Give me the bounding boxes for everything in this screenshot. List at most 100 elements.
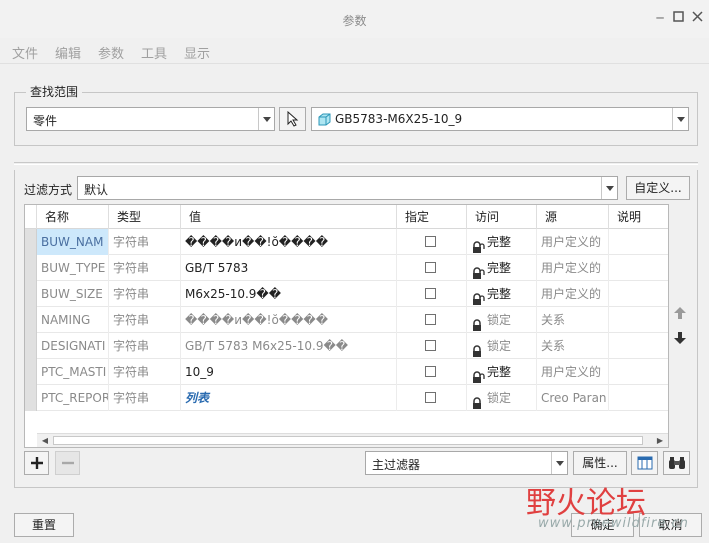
minimize-icon[interactable]: ─ <box>652 10 668 26</box>
cell-name[interactable]: BUW_SIZE <box>37 281 109 307</box>
cell-name[interactable]: PTC_MASTI <box>37 359 109 385</box>
row-header[interactable] <box>25 385 37 411</box>
cell-value[interactable]: M6x25-10.9�� <box>181 281 397 307</box>
designate-checkbox[interactable] <box>425 236 436 247</box>
chevron-down-icon[interactable] <box>551 452 567 474</box>
designate-checkbox[interactable] <box>425 392 436 403</box>
table-row[interactable]: BUW_TYPE 字符串 GB/T 5783 完整 用户定义的 <box>25 255 668 281</box>
move-down-icon[interactable] <box>673 331 689 345</box>
col-source[interactable]: 源 <box>537 205 609 229</box>
cell-description[interactable] <box>609 307 668 333</box>
chevron-down-icon[interactable] <box>601 177 617 199</box>
cell-type[interactable]: 字符串 <box>109 229 181 255</box>
cell-source[interactable]: 关系 <box>537 333 609 359</box>
customize-button[interactable]: 自定义... <box>626 176 690 200</box>
add-parameter-button[interactable] <box>24 451 49 475</box>
reset-button[interactable]: 重置 <box>14 513 74 537</box>
col-type[interactable]: 类型 <box>109 205 181 229</box>
cell-access[interactable]: 完整 <box>467 255 537 281</box>
cell-description[interactable] <box>609 229 668 255</box>
menu-display[interactable]: 显示 <box>184 43 210 62</box>
cell-source[interactable]: Creo Paran <box>537 385 609 411</box>
cell-name[interactable]: PTC_REPOR <box>37 385 109 411</box>
cell-designate[interactable] <box>397 333 467 359</box>
model-select[interactable]: GB5783-M6X25-10_9 <box>311 107 689 131</box>
row-header[interactable] <box>25 307 37 333</box>
cell-description[interactable] <box>609 255 668 281</box>
menu-tools[interactable]: 工具 <box>141 43 167 62</box>
cell-value[interactable]: 10_9 <box>181 359 397 385</box>
cell-designate[interactable] <box>397 359 467 385</box>
col-name[interactable]: 名称 <box>37 205 109 229</box>
cell-name[interactable]: DESIGNATI <box>37 333 109 359</box>
designate-checkbox[interactable] <box>425 288 436 299</box>
row-header[interactable] <box>25 281 37 307</box>
row-header[interactable] <box>25 333 37 359</box>
cell-designate[interactable] <box>397 385 467 411</box>
designate-checkbox[interactable] <box>425 366 436 377</box>
cell-type[interactable]: 字符串 <box>109 359 181 385</box>
cell-source[interactable]: 用户定义的 <box>537 255 609 281</box>
col-description[interactable]: 说明 <box>609 205 668 229</box>
cell-source[interactable]: 用户定义的 <box>537 229 609 255</box>
cell-name[interactable]: BUW_NAM <box>37 229 109 255</box>
cell-source[interactable]: 用户定义的 <box>537 281 609 307</box>
designate-checkbox[interactable] <box>425 340 436 351</box>
row-header[interactable] <box>25 229 37 255</box>
chevron-down-icon[interactable] <box>672 108 688 130</box>
table-row[interactable]: BUW_SIZE 字符串 M6x25-10.9�� 完整 用户定义的 <box>25 281 668 307</box>
cell-source[interactable]: 关系 <box>537 307 609 333</box>
menu-file[interactable]: 文件 <box>12 43 38 62</box>
horizontal-scrollbar[interactable]: ◀ ▶ <box>37 433 668 447</box>
row-header[interactable] <box>25 255 37 281</box>
cell-designate[interactable] <box>397 281 467 307</box>
table-row[interactable]: NAMING 字符串 ����и��!ŏ���� 锁定 关系 <box>25 307 668 333</box>
remove-parameter-button[interactable] <box>55 451 80 475</box>
cell-type[interactable]: 字符串 <box>109 333 181 359</box>
find-button[interactable] <box>663 451 690 475</box>
cell-access[interactable]: 完整 <box>467 359 537 385</box>
select-item-button[interactable] <box>279 107 306 131</box>
scope-select[interactable]: 零件 <box>26 107 275 131</box>
table-row[interactable]: PTC_MASTI 字符串 10_9 完整 用户定义的 <box>25 359 668 385</box>
menu-edit[interactable]: 编辑 <box>55 43 81 62</box>
menu-parameters[interactable]: 参数 <box>98 43 124 62</box>
properties-button[interactable]: 属性... <box>573 451 627 475</box>
cell-type[interactable]: 字符串 <box>109 255 181 281</box>
cell-access[interactable]: 锁定 <box>467 307 537 333</box>
designate-checkbox[interactable] <box>425 314 436 325</box>
table-row[interactable]: BUW_NAM 字符串 ����и��!ŏ���� 完整 用户定义的 <box>25 229 668 255</box>
cell-description[interactable] <box>609 385 668 411</box>
scroll-left-icon[interactable]: ◀ <box>40 436 50 446</box>
col-designate[interactable]: 指定 <box>397 205 467 229</box>
cell-value[interactable]: ����и��!ŏ���� <box>181 229 397 255</box>
maximize-icon[interactable] <box>670 10 686 26</box>
scroll-right-icon[interactable]: ▶ <box>655 436 665 446</box>
cell-source[interactable]: 用户定义的 <box>537 359 609 385</box>
filter-select[interactable]: 默认 <box>77 176 618 200</box>
cell-access[interactable]: 完整 <box>467 229 537 255</box>
cell-type[interactable]: 字符串 <box>109 307 181 333</box>
cell-access[interactable]: 完整 <box>467 281 537 307</box>
cell-value[interactable]: 列表 <box>181 385 397 411</box>
row-header[interactable] <box>25 359 37 385</box>
table-row[interactable]: DESIGNATI 字符串 GB/T 5783 M6x25-10.9�� 锁定 关系 <box>25 333 668 359</box>
main-filter-select[interactable]: 主过滤器 <box>365 451 568 475</box>
cell-name[interactable]: BUW_TYPE <box>37 255 109 281</box>
cell-name[interactable]: NAMING <box>37 307 109 333</box>
table-row[interactable]: PTC_REPOR 字符串 列表 锁定 Creo Paran <box>25 385 668 411</box>
cell-type[interactable]: 字符串 <box>109 281 181 307</box>
cell-value[interactable]: ����и��!ŏ���� <box>181 307 397 333</box>
cell-description[interactable] <box>609 333 668 359</box>
cell-value[interactable]: GB/T 5783 M6x25-10.9�� <box>181 333 397 359</box>
col-access[interactable]: 访问 <box>467 205 537 229</box>
col-value[interactable]: 值 <box>181 205 397 229</box>
cell-designate[interactable] <box>397 307 467 333</box>
cell-designate[interactable] <box>397 229 467 255</box>
cell-description[interactable] <box>609 359 668 385</box>
cell-value[interactable]: GB/T 5783 <box>181 255 397 281</box>
close-icon[interactable] <box>689 10 705 26</box>
scrollbar-thumb[interactable] <box>53 436 643 445</box>
cell-description[interactable] <box>609 281 668 307</box>
cell-designate[interactable] <box>397 255 467 281</box>
